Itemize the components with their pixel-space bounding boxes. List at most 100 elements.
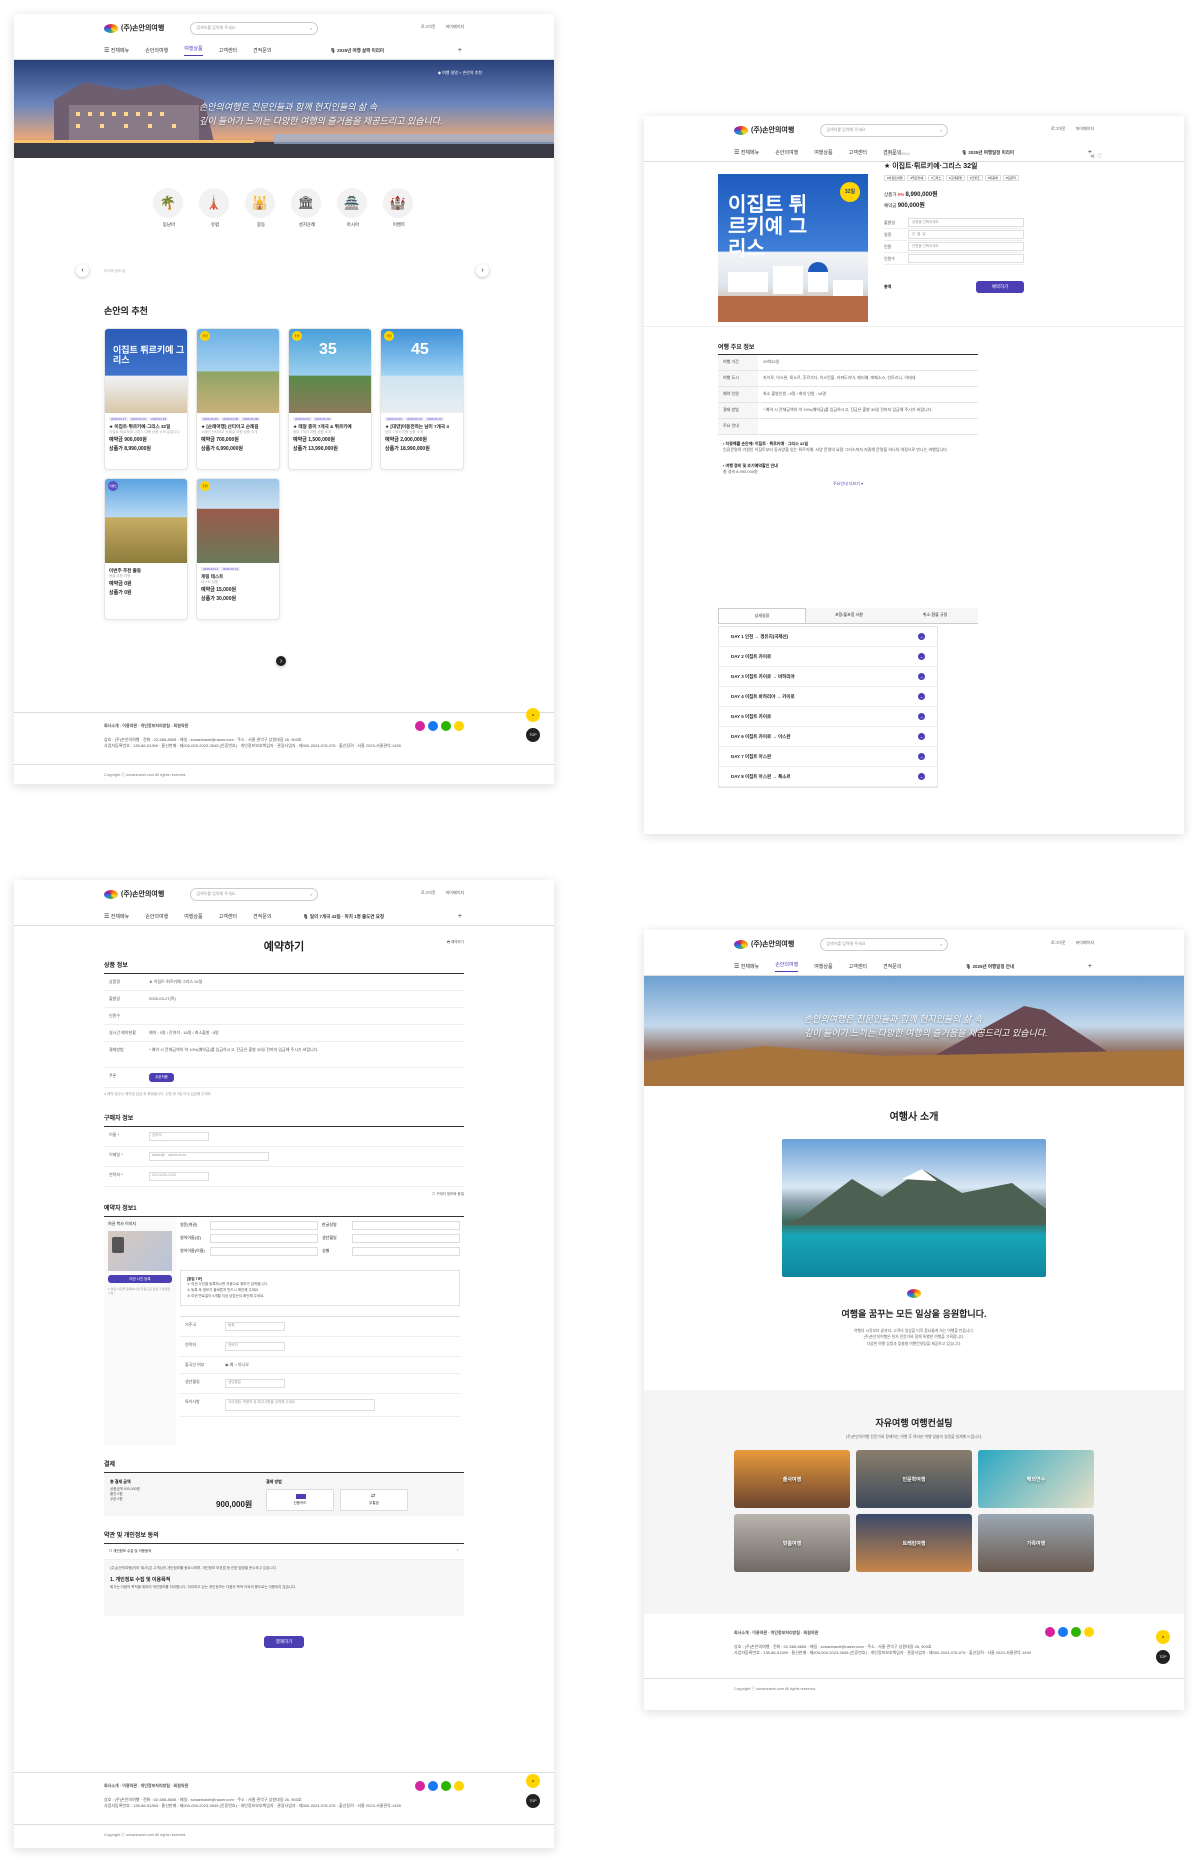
facebook-icon[interactable] (428, 1781, 438, 1791)
memo-textarea[interactable]: 식이제한, 복용약 등 특이사항을 입력해 주세요. (225, 1399, 375, 1412)
tab-schedule[interactable]: 상세일정 (718, 608, 806, 623)
mypage-link[interactable]: 마이페이지 (446, 890, 464, 896)
nav-support[interactable]: 고객센터 (849, 963, 867, 970)
consult-card[interactable]: 가족여행 (978, 1514, 1094, 1572)
nav-products[interactable]: 여행상품 (184, 913, 202, 920)
nav-about[interactable]: 손안의여행 (775, 149, 798, 156)
submit-button[interactable]: 결제하기 (264, 1635, 304, 1648)
nav-about[interactable]: 손안의여행 (145, 47, 168, 54)
search-input[interactable]: 검색어를 입력해 주세요 ⌕ (190, 21, 319, 35)
first-name-input[interactable] (210, 1246, 318, 1256)
plus-icon[interactable]: + (458, 47, 462, 54)
product-card[interactable]: 추천 45 2025.04.03 2025.05.01 2025.06.01 ★ [대양… (380, 328, 464, 470)
tab-refund[interactable]: 취소·환불 규정 (892, 608, 978, 623)
country-select[interactable]: 등록 (225, 1322, 285, 1332)
book-button[interactable]: 예약하기 (976, 281, 1024, 293)
email-field[interactable]: admin@ · admin.co.kr (149, 1151, 269, 1161)
logo[interactable]: (주)손안의여행 (104, 23, 164, 33)
plus-icon[interactable]: + (458, 913, 462, 920)
category-item[interactable]: 🕌 중동 (245, 188, 277, 228)
mypage-link[interactable]: 마이페이지 (1076, 940, 1094, 946)
kakao-icon[interactable] (454, 721, 464, 731)
instagram-icon[interactable] (1045, 1627, 1055, 1637)
nav-quote[interactable]: 견적문의 (253, 913, 271, 920)
search-icon[interactable]: ⌕ (940, 942, 942, 947)
hashtag-chip[interactable]: #인문학 (1002, 175, 1019, 181)
birth-date-input[interactable]: 생년월일 (225, 1379, 285, 1389)
nav-quote[interactable]: 견적문의 (253, 47, 271, 54)
hashtag-chip[interactable]: #고대문명 (946, 175, 965, 181)
date-input[interactable]: 년. 월. 일 (908, 230, 1024, 239)
logout-link[interactable]: 로그아웃 (421, 890, 436, 896)
instagram-icon[interactable] (415, 721, 425, 731)
tab-include[interactable]: 포함/불포함 사항 (806, 608, 892, 623)
ticker[interactable]: 🎙 2025년 여행일정 안내 (966, 964, 1014, 970)
facebook-icon[interactable] (1058, 1627, 1068, 1637)
top-button[interactable]: TOP (526, 728, 540, 742)
hashtag-chip[interactable]: #그리스 (928, 175, 945, 181)
day-item[interactable]: DAY 7 이집트 아스완 ⌄ (719, 747, 937, 767)
kakao-chat-button[interactable]: ● (526, 1774, 540, 1788)
phone-field[interactable]: 010-1234-1234 (149, 1171, 209, 1181)
search-input[interactable]: 검색어를 입력해 주세요 ⌕ (190, 887, 319, 901)
nav-products[interactable]: 여행상품 (814, 963, 832, 970)
nav-quote[interactable]: 견적문의 (883, 963, 901, 970)
consult-card[interactable]: 인문학여행 (856, 1450, 972, 1508)
footer-links[interactable]: 회사소개 · 이용약관 · 개인정보처리방침 · 회원약관 (734, 1630, 1094, 1636)
agree-checkbox[interactable]: ☐ 개인정보 수집 및 이용동의 (109, 1549, 151, 1554)
blog-icon[interactable] (1071, 1627, 1081, 1637)
category-item[interactable]: 🗼 유럽 (199, 188, 231, 228)
nav-about[interactable]: 손안의여행 (145, 913, 168, 920)
day-item[interactable]: DAY 4 이집트 바하리야 → 카이로 ⌄ (719, 687, 937, 707)
departure-select[interactable]: 상품을 선택하세요 (908, 218, 1024, 227)
day-item[interactable]: DAY 3 이집트 카이로 → 바하리야 ⌄ (719, 667, 937, 687)
nav-about[interactable]: 손안의여행 (775, 961, 799, 972)
contact-input[interactable]: 연락처 (225, 1342, 285, 1352)
bank-method-button[interactable]: ⇄ 무통장 (340, 1488, 408, 1511)
name-field[interactable]: 관리자 (149, 1131, 209, 1141)
hashtag-chip[interactable]: #크루즈 (966, 175, 983, 181)
consult-card[interactable]: 맞춤여행 (734, 1514, 850, 1572)
plus-icon[interactable]: + (1088, 963, 1092, 970)
ticker[interactable]: 🎙 일의 7개국 43일 · 마치 1명 출도연 요청 (303, 914, 384, 920)
terms-content[interactable]: (주)손안의여행(이하 '회사')은 고객님의 개인정보를 중요시하며, 개인정… (104, 1559, 464, 1616)
logout-link[interactable]: 로그아웃 (1051, 940, 1066, 946)
slider-next-button[interactable]: › (476, 264, 489, 277)
instagram-icon[interactable] (415, 1781, 425, 1791)
logo[interactable]: (주)손안의여행 (734, 125, 794, 135)
hashtag-chip[interactable]: #지중해 (984, 175, 1001, 181)
kakao-icon[interactable] (1084, 1627, 1094, 1637)
nav-all-menu[interactable]: ☰ 전체메뉴 (734, 149, 759, 156)
nav-all-menu[interactable]: ☰ 전체메뉴 (734, 963, 759, 970)
consult-card[interactable]: 트레킹여행 (856, 1514, 972, 1572)
logout-link[interactable]: 로그아웃 (1051, 126, 1066, 132)
day-item[interactable]: DAY 8 이집트 아스완 → 룩소르 ⌄ (719, 767, 937, 787)
footer-links[interactable]: 회사소개 · 이용약관 · 개인정보처리방침 · 회원약관 (104, 723, 464, 729)
search-input[interactable]: 검색어를 입력해 주세요 ⌕ (820, 937, 949, 951)
search-icon[interactable]: ⌕ (310, 26, 312, 31)
chevron-up-icon[interactable]: ⌃ (456, 1549, 459, 1554)
day-item[interactable]: DAY 2 이집트 카이로 ⌄ (719, 647, 937, 667)
nav-support[interactable]: 고객센터 (849, 149, 867, 156)
mypage-link[interactable]: 마이페이지 (1076, 126, 1094, 132)
footer-links[interactable]: 회사소개 · 이용약관 · 개인정보처리방침 · 회원약관 (104, 1783, 464, 1789)
logo[interactable]: (주)손안의여행 (734, 939, 794, 949)
more-button[interactable]: › (276, 656, 286, 666)
top-button[interactable]: TOP (1156, 1650, 1170, 1664)
consult-card[interactable]: 출사여행 (734, 1450, 850, 1508)
day-item[interactable]: DAY 1 인천 → 경유지(국제선) ⌄ (719, 627, 937, 647)
people-count-input[interactable] (908, 254, 1024, 263)
category-item[interactable]: 🏛 성지순례 (291, 188, 323, 228)
mypage-link[interactable]: 마이페이지 (446, 24, 464, 30)
english-name-input[interactable] (210, 1220, 318, 1230)
facebook-icon[interactable] (428, 721, 438, 731)
search-input[interactable]: 검색어를 입력해 주세요 ⌕ (820, 123, 949, 137)
product-card[interactable]: 이집트 튀르키예 그리스 2025.03.27 2025.04.01 2025.04… (104, 328, 188, 470)
search-icon[interactable]: ⌕ (310, 892, 312, 897)
category-item[interactable]: 🌴 동남아 (153, 188, 185, 228)
card-method-button[interactable]: 신용카드 (266, 1488, 334, 1511)
nav-all-menu[interactable]: ☰ 전체메뉴 (104, 913, 129, 920)
top-button[interactable]: TOP (526, 1794, 540, 1808)
search-icon[interactable]: ⌕ (940, 128, 942, 133)
birth-input[interactable] (352, 1233, 460, 1243)
